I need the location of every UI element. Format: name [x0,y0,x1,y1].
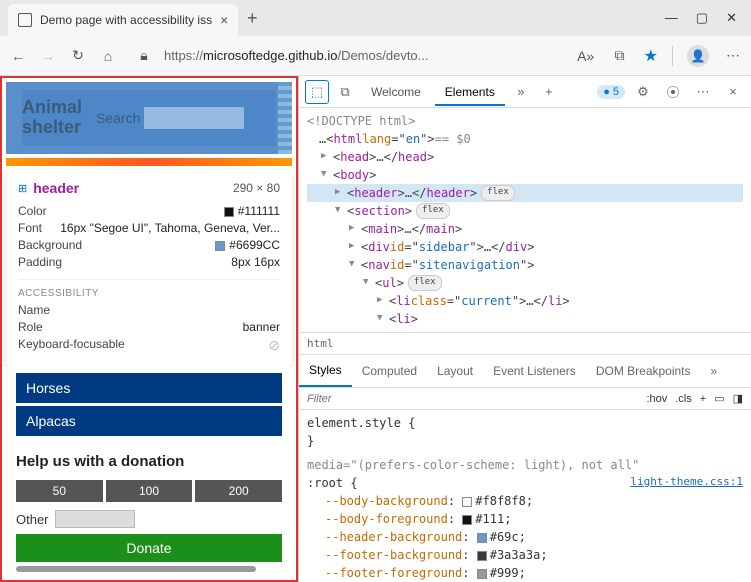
maximize-icon[interactable]: ▢ [696,10,708,26]
layout-tab[interactable]: Layout [427,356,483,386]
profile-avatar[interactable]: 👤 [687,45,709,67]
close-icon[interactable]: ✕ [726,10,737,26]
home-icon[interactable]: ⌂ [98,48,118,64]
donate-button[interactable]: Donate [16,534,282,562]
not-focusable-icon: ⊘ [268,337,280,354]
browser-titlebar: Demo page with accessibility iss × + — ▢… [0,0,751,36]
styles-overflow-icon[interactable]: » [701,356,728,386]
search-label: Search [96,110,140,126]
dom-breadcrumb[interactable]: html [299,332,751,354]
toggle-sidebar-icon[interactable]: ◨ [733,392,743,405]
more-icon[interactable]: ⋯ [691,80,715,104]
site-info-icon[interactable]: 🔒︎ [134,47,154,64]
overlay-ruler [278,82,292,154]
css-variable-row[interactable]: --header-background: #69c; [307,528,743,546]
webpage-viewport: Animal shelter Search ⊞ header 290 × 80 … [0,76,298,582]
computed-tab[interactable]: Computed [352,356,427,386]
page-logo-text: Animal shelter [22,98,92,138]
source-link[interactable]: light-theme.css:1 [630,474,743,491]
new-tab-button[interactable]: + [238,8,266,29]
nav-item-alpacas[interactable]: Alpacas [16,406,282,436]
favorite-icon[interactable]: ★ [644,46,658,66]
tab-title: Demo page with accessibility iss [40,13,212,27]
inspect-element-icon[interactable]: ⬚ [305,80,329,104]
css-variable-row[interactable]: --body-background: #f8f8f8; [307,492,743,510]
flex-badge[interactable]: flex [481,185,515,201]
dom-breakpoints-tab[interactable]: DOM Breakpoints [586,356,701,386]
customize-icon[interactable]: ⦿ [661,80,685,104]
window-controls: — ▢ ✕ [665,10,751,26]
back-icon[interactable]: ← [8,48,28,64]
refresh-icon[interactable]: ↻ [68,47,88,64]
css-variable-row[interactable]: --body-foreground: #111; [307,510,743,528]
device-emulation-icon[interactable]: ⧉ [333,80,357,104]
new-style-icon[interactable]: + [700,393,706,405]
minimize-icon[interactable]: — [665,10,678,26]
site-accent-bar [6,158,292,166]
styles-filter-input[interactable] [307,393,638,405]
collections-icon[interactable]: ⧉ [610,47,630,64]
css-variable-row[interactable]: --footer-foreground: #999; [307,564,743,582]
devtools-close-icon[interactable]: × [721,80,745,104]
donate-50-button[interactable]: 50 [16,480,103,502]
hov-toggle[interactable]: :hov [646,393,667,405]
other-amount-input[interactable] [55,510,135,528]
element-inspect-tooltip: ⊞ header 290 × 80 Color#111111 Font16px … [6,170,292,367]
layout-icon: ⊞ [18,182,27,195]
forward-icon[interactable]: → [38,48,58,64]
search-input[interactable] [144,107,244,129]
styles-body[interactable]: element.style { } media="(prefers-color-… [299,410,751,582]
cls-toggle[interactable]: .cls [675,393,692,405]
elements-tab[interactable]: Elements [435,79,505,105]
horizontal-scrollbar[interactable] [16,566,256,572]
browser-tab[interactable]: Demo page with accessibility iss × [8,4,238,36]
tab-close-icon[interactable]: × [220,12,228,28]
event-listeners-tab[interactable]: Event Listeners [483,356,586,386]
address-bar[interactable]: https://microsoftedge.github.io/Demos/de… [164,48,429,63]
styles-filter-row: :hov .cls + ▭ ◨ [299,388,751,410]
nav-item-horses[interactable]: Horses [16,373,282,403]
new-tab-icon[interactable]: + [537,80,561,104]
donate-200-button[interactable]: 200 [195,480,282,502]
settings-gear-icon[interactable]: ⚙ [631,80,655,104]
tooltip-dimensions: 290 × 80 [233,181,280,195]
sidebar-nav: Horses Alpacas [2,367,296,449]
tooltip-a11y-heading: ACCESSIBILITY [18,279,280,299]
donate-100-button[interactable]: 100 [106,480,193,502]
devtools-toolbar: ⬚ ⧉ Welcome Elements » + ● 5 ⚙ ⦿ ⋯ × [299,76,751,108]
styles-tab[interactable]: Styles [299,355,352,387]
donate-amount-row: 50 100 200 [2,474,296,508]
tabs-overflow-icon[interactable]: » [509,80,533,104]
inspected-header-overlay[interactable]: Animal shelter Search [6,82,292,154]
styles-tabbar: Styles Computed Layout Event Listeners D… [299,354,751,388]
dom-tree[interactable]: <!DOCTYPE html> …<html lang="en"> == $0 … [299,108,751,332]
menu-icon[interactable]: ⋯ [723,47,743,64]
devtools-pane: ⬚ ⧉ Welcome Elements » + ● 5 ⚙ ⦿ ⋯ × <!D… [298,76,751,582]
donate-heading: Help us with a donation [2,449,296,474]
other-label: Other [16,512,49,527]
issues-badge[interactable]: ● 5 [597,85,625,99]
css-variable-row[interactable]: --footer-background: #3a3a3a; [307,546,743,564]
computed-styles-icon[interactable]: ▭ [714,392,724,405]
reader-icon[interactable]: A» [576,48,596,64]
dom-selected-header: ▶<header>…</header>flex [307,184,743,202]
tooltip-tagname: header [33,180,79,196]
favicon [18,13,32,27]
browser-toolbar: ← → ↻ ⌂ 🔒︎ https://microsoftedge.github.… [0,36,751,76]
welcome-tab[interactable]: Welcome [361,79,431,105]
